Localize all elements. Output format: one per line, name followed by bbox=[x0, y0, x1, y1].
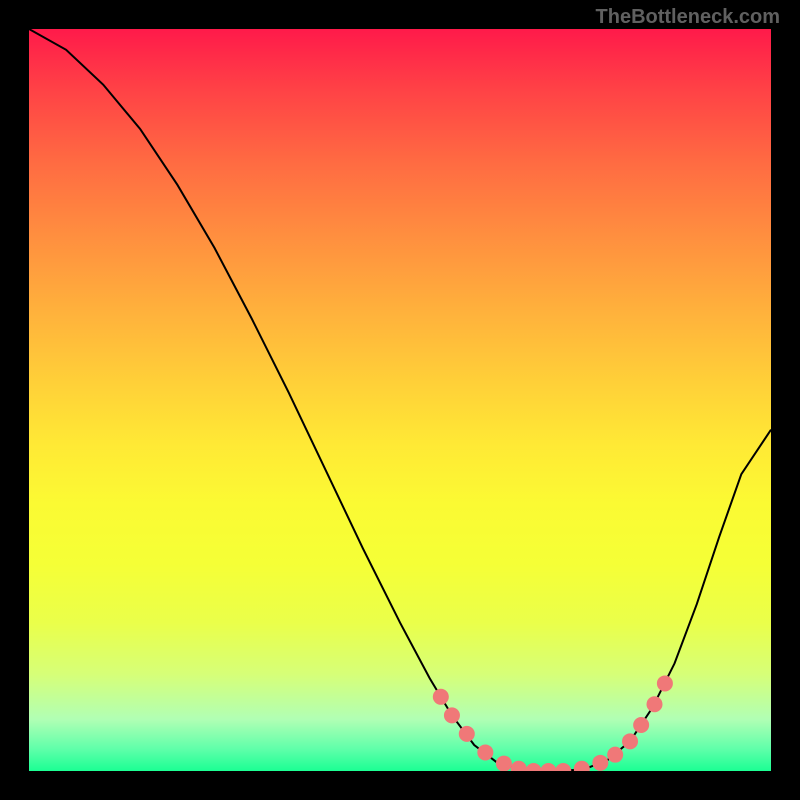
attribution-text: TheBottleneck.com bbox=[596, 6, 780, 29]
data-dot bbox=[657, 675, 673, 691]
data-dot bbox=[633, 717, 649, 733]
data-dot bbox=[574, 761, 590, 771]
data-dot bbox=[459, 726, 475, 742]
data-dot bbox=[477, 744, 493, 760]
curve-svg bbox=[29, 29, 771, 771]
data-dot bbox=[444, 707, 460, 723]
data-dot bbox=[433, 689, 449, 705]
dots-group bbox=[433, 675, 673, 771]
data-dot bbox=[511, 761, 527, 771]
data-dot bbox=[607, 747, 623, 763]
data-dot bbox=[592, 755, 608, 771]
data-dot bbox=[496, 756, 512, 771]
data-dot bbox=[647, 696, 663, 712]
plot-area bbox=[29, 29, 771, 771]
bottleneck-curve bbox=[29, 29, 771, 771]
data-dot bbox=[540, 763, 556, 771]
data-dot bbox=[555, 763, 571, 771]
data-dot bbox=[622, 733, 638, 749]
data-dot bbox=[526, 763, 542, 771]
chart-container: TheBottleneck.com bbox=[0, 0, 800, 800]
